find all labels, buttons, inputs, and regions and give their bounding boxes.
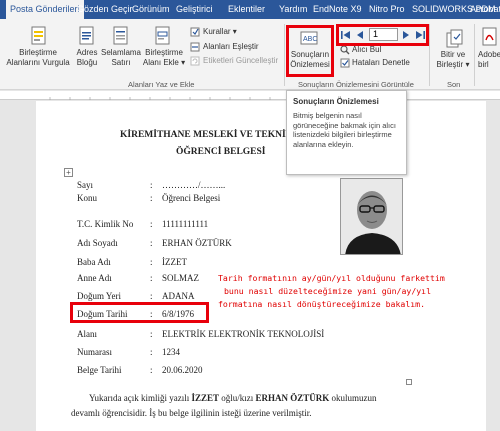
ribbon-tab-bar: Posta Gönderileri Gözden Geçir Görünüm G… [0,0,500,19]
document-title-line1: KİREMİTHANE MESLEKİ VE TEKNİK A [120,130,302,140]
body-paragraph-line1: Yukarıda açık kimliği yazılı İZZET oğlu/… [89,393,377,403]
tab-yardim[interactable]: Yardım [279,0,307,19]
field-value-adi-soyadi: ERHAN ÖZTÜRK [162,238,232,248]
field-label-numarasi: Numarası [77,347,112,357]
annotation-note: Tarih formatının ay/gün/yıl olduğunu far… [218,272,445,311]
greeting-line-icon [113,26,128,45]
group-separator [429,24,430,86]
highlight-merge-fields-line2: Alanlarını Vurgula [6,58,70,67]
group-label-write-insert: Alanları Yaz ve Ekle [128,80,195,89]
update-labels-label: Etiketleri Güncelleştir [203,56,279,65]
field-value-anne-adi: SOLMAZ [162,273,200,283]
highlight-birth-date-box [70,302,209,323]
field-value-tc: 11111111111 [162,219,209,229]
group-label-finish: Son [447,80,461,89]
field-label-alani: Alanı [77,329,97,339]
tooltip-body: Bitmiş belgenin nasıl görüneceğine bakma… [293,111,396,149]
address-block-icon [79,26,94,45]
field-value-konu: Öğrenci Belgesi [162,193,221,203]
tab-posta-gonderileri[interactable]: Posta Gönderileri [6,0,84,19]
field-value-belge-tarihi: 20.06.2020 [162,365,203,375]
table-resize-handle[interactable] [406,379,412,385]
field-label-sayi: Sayı [77,180,94,190]
rules-label: Kurallar ▾ [203,27,237,36]
rules-icon [190,27,200,37]
insert-merge-field-line2: Alanı Ekle ▾ [142,58,186,67]
finish-merge-line2: Birleştir ▾ [436,60,470,69]
ruler-ticks [49,97,271,100]
tab-gozden-gecir[interactable]: Gözden Geçir [77,0,133,19]
field-colon: : [150,180,153,190]
field-label-tc: T.C. Kimlik No [77,219,134,229]
insert-merge-field-icon [155,26,170,45]
field-label-dogum-yeri: Doğum Yeri [77,291,122,301]
group-label-preview-results: Sonuçların Önizlemesini Görüntüle [298,80,414,89]
tab-acrobat[interactable]: Acrobat [470,0,500,19]
annotation-line2: bunu nasıl düzelteceğimize yani gün/ay/y… [224,286,432,296]
address-block-line2: Bloğu [76,58,98,67]
tab-nitro-pro[interactable]: Nitro Pro [369,0,405,19]
field-value-baba-adi: İZZET [162,257,187,267]
field-label-baba-adi: Baba Adı [77,257,111,267]
field-colon: : [150,193,153,203]
person-photo-icon [341,179,402,254]
highlight-merge-fields-line1: Birleştirme [19,48,57,57]
field-value-sayi: …………/……... [162,180,226,190]
check-errors-icon [340,58,350,68]
insert-merge-field-line1: Birleştirme [145,48,183,57]
finish-merge-icon [446,29,463,48]
search-icon [340,45,350,55]
tab-gelistirici[interactable]: Geliştirici [176,0,213,19]
address-block-line1: Adres [76,48,98,57]
field-colon: : [150,347,153,357]
preview-results-tooltip: Sonuçların Önizlemesi Bitmiş belgenin na… [286,90,407,175]
table-move-handle-icon[interactable]: + [64,168,73,177]
tab-endnote[interactable]: EndNote X9 [313,0,362,19]
field-label-adi-soyadi: Adı Soyadı [77,238,118,248]
body-paragraph-line2: devamlı öğrencisidir. İş bu belge ilgili… [71,408,312,418]
field-colon: : [150,219,153,229]
adobe-merge-line1: Adobe [478,50,500,59]
update-labels-icon [190,56,200,66]
horizontal-ruler[interactable] [0,91,500,100]
tooltip-title: Sonuçların Önizlemesi [293,97,379,106]
finish-merge-line1: Bitir ve [440,50,466,59]
group-separator [474,24,475,86]
highlight-preview-results-box [286,25,334,77]
match-fields-icon [190,42,200,52]
highlight-record-navigation-box [336,24,429,46]
student-photo [340,178,403,255]
field-value-dogum-yeri: ADANA [162,291,195,301]
document-highlight-icon [31,26,46,45]
adobe-merge-line2: birl [478,60,489,69]
group-separator [284,24,285,86]
field-label-anne-adi: Anne Adı [77,273,112,283]
field-label-konu: Konu [77,193,97,203]
match-fields-label: Alanları Eşleştir [203,42,259,51]
greeting-line-line1: Selamlama [100,48,141,57]
annotation-line1: Tarih formatının ay/gün/yıl olduğunu far… [218,273,445,283]
field-value-alani: ELEKTRİK ELEKTRONİK TEKNOLOJİSİ [162,329,325,339]
field-colon: : [150,329,153,339]
field-colon: : [150,365,153,375]
tab-gorunum[interactable]: Görünüm [132,0,170,19]
find-recipient-label: Alıcı Bul [352,45,382,54]
field-colon: : [150,257,153,267]
field-colon: : [150,273,153,283]
adobe-pdf-icon [482,27,497,46]
field-colon: : [150,291,153,301]
annotation-line3: formatına nasıl dönüştüreceğimize bakalı… [218,299,426,309]
document-title-line2: ÖĞRENCİ BELGESİ [176,147,266,157]
field-label-belge-tarihi: Belge Tarihi [77,365,122,375]
field-value-numarasi: 1234 [162,347,180,357]
field-colon: : [150,238,153,248]
greeting-line-line2: Satırı [111,58,131,67]
check-errors-label: Hataları Denetle [352,58,410,67]
tab-eklentiler[interactable]: Eklentiler [228,0,265,19]
